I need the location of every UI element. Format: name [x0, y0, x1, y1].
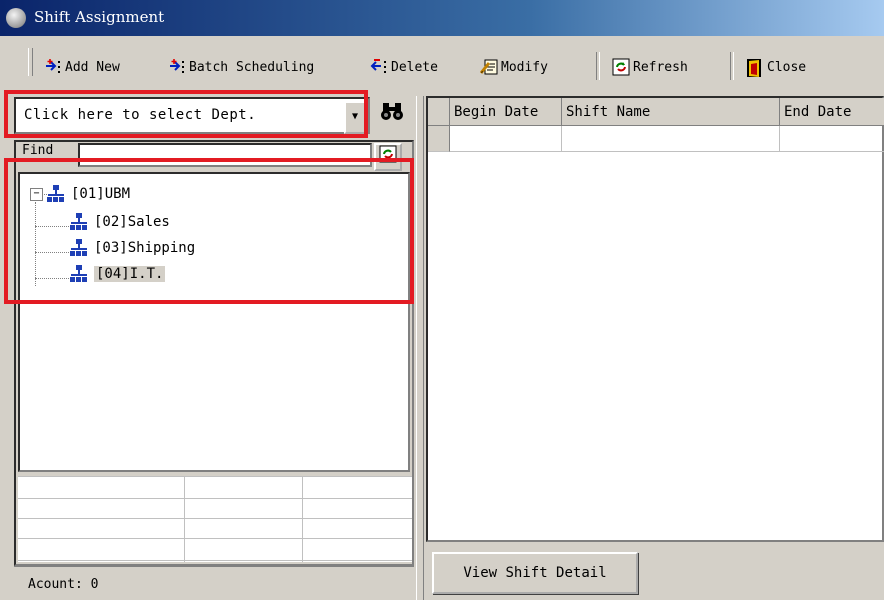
close-label: Close [767, 59, 807, 75]
status-bar: Acount: 0 [14, 566, 414, 600]
modify-label: Modify [501, 59, 548, 75]
add-new-label: Add New [65, 59, 120, 75]
grid-line [184, 476, 185, 562]
annotation-highlight-dept [4, 90, 368, 138]
column-header-end-date[interactable]: End Date [780, 98, 884, 126]
refresh-button[interactable]: Refresh [612, 56, 688, 78]
modify-button[interactable]: Modify [479, 56, 548, 78]
record-count: Acount: 0 [28, 577, 99, 592]
grid-cell[interactable] [780, 126, 884, 152]
view-shift-detail-button[interactable]: View Shift Detail [432, 552, 638, 594]
add-new-icon [44, 58, 62, 76]
refresh-label: Refresh [633, 59, 688, 75]
grid-line [18, 518, 412, 519]
app-icon [6, 8, 26, 28]
binoculars-icon[interactable] [378, 100, 406, 128]
grid-line [18, 538, 412, 539]
grid-line [18, 498, 412, 499]
delete-icon [370, 58, 388, 76]
grid-line [302, 476, 303, 562]
column-header-begin-date[interactable]: Begin Date [450, 98, 562, 126]
employee-grid[interactable] [18, 476, 412, 562]
panel-splitter[interactable] [416, 96, 424, 600]
row-indicator[interactable] [428, 126, 450, 152]
toolbar-separator [730, 52, 734, 80]
title-bar: Shift Assignment [0, 0, 884, 36]
toolbar-grip[interactable] [28, 48, 33, 76]
window-title: Shift Assignment [34, 8, 165, 26]
batch-scheduling-button[interactable]: Batch Scheduling [168, 56, 314, 78]
row-indicator-header [428, 98, 450, 126]
shift-grid[interactable]: Begin Date Shift Name End Date [426, 96, 884, 542]
column-header-shift-name[interactable]: Shift Name [562, 98, 780, 126]
grid-cell[interactable] [450, 126, 562, 152]
refresh-icon [612, 58, 630, 76]
toolbar-separator [596, 52, 600, 80]
grid-line [18, 560, 412, 561]
add-new-button[interactable]: Add New [44, 56, 120, 78]
modify-icon [479, 58, 498, 76]
batch-scheduling-label: Batch Scheduling [189, 59, 315, 75]
delete-label: Delete [391, 59, 438, 75]
batch-scheduling-icon [168, 58, 186, 76]
grid-line [18, 476, 412, 477]
delete-button[interactable]: Delete [370, 56, 438, 78]
exit-door-icon [746, 58, 764, 77]
find-label: Find [22, 143, 54, 158]
toolbar: Add New Batch Scheduling Delete Modify R… [0, 36, 884, 94]
close-button[interactable]: Close [746, 56, 806, 78]
annotation-highlight-tree [4, 158, 414, 304]
grid-cell[interactable] [562, 126, 780, 152]
